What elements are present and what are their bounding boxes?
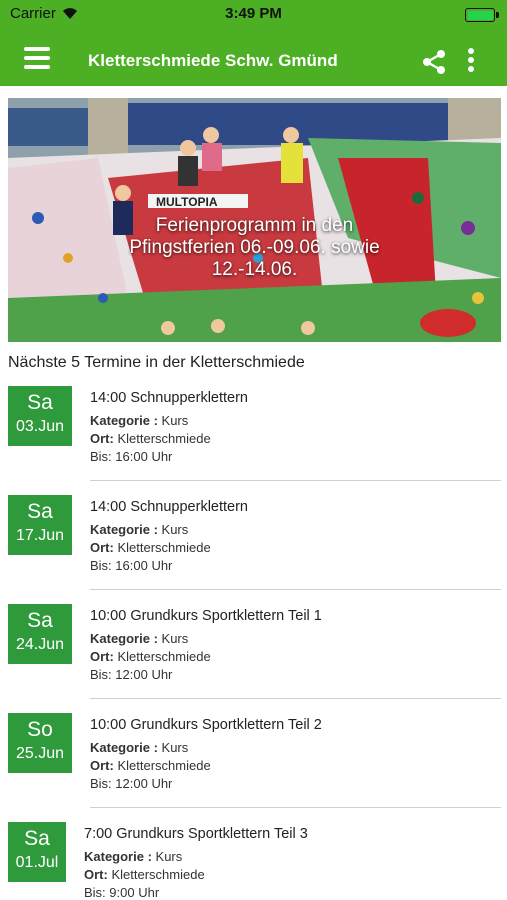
until-value: 12:00 Uhr <box>115 667 173 682</box>
date-badge: Sa 24.Jun <box>8 604 72 664</box>
category-value: Kurs <box>161 631 189 646</box>
battery-full-icon <box>465 8 499 22</box>
event-date: 17.Jun <box>15 527 65 544</box>
date-badge: Sa 03.Jun <box>8 386 72 446</box>
until-label: Bis: <box>90 449 112 464</box>
location-value: Kletterschmiede <box>117 431 211 446</box>
event-category: Kategorie : Kurs <box>90 521 248 539</box>
event-list-item[interactable]: Sa 24.Jun 10:00 Grundkurs Sportklettern … <box>0 590 507 699</box>
event-end-time: Bis: 9:00 Uhr <box>84 884 308 900</box>
app-title: Kletterschmiede Schw. Gmünd <box>88 51 338 70</box>
section-title: Nächste 5 Termine in der Kletterschmiede <box>8 354 305 371</box>
event-location: Ort: Kletterschmiede <box>84 866 308 884</box>
event-weekday: So <box>27 718 53 741</box>
event-location: Ort: Kletterschmiede <box>90 539 248 557</box>
app-bar: Kletterschmiede Schw. Gmünd <box>0 30 507 86</box>
category-value: Kurs <box>161 413 189 428</box>
until-value: 16:00 Uhr <box>115 449 173 464</box>
location-label: Ort: <box>90 758 114 773</box>
category-label: Kategorie : <box>84 849 152 864</box>
until-label: Bis: <box>90 558 112 573</box>
category-value: Kurs <box>161 522 189 537</box>
event-details: 10:00 Grundkurs Sportklettern Teil 2 Kat… <box>90 717 322 793</box>
event-details: 7:00 Grundkurs Sportklettern Teil 3 Kate… <box>84 826 308 900</box>
banner-image[interactable]: MULTOPIA Ferienprogramm in den Pfingstfe… <box>8 98 501 342</box>
event-end-time: Bis: 16:00 Uhr <box>90 448 248 466</box>
event-list-item[interactable]: Sa 01.Jul 7:00 Grundkurs Sportklettern T… <box>0 808 507 900</box>
date-badge: Sa 01.Jul <box>8 822 66 882</box>
until-value: 9:00 Uhr <box>109 885 160 900</box>
until-value: 12:00 Uhr <box>115 776 173 791</box>
category-label: Kategorie : <box>90 522 158 537</box>
hamburger-menu-icon[interactable] <box>24 47 50 69</box>
event-category: Kategorie : Kurs <box>90 412 248 430</box>
category-value: Kurs <box>161 740 189 755</box>
event-weekday: Sa <box>27 391 53 414</box>
location-value: Kletterschmiede <box>117 758 211 773</box>
category-label: Kategorie : <box>90 740 158 755</box>
event-title: 14:00 Schnupperklettern <box>90 499 248 515</box>
event-list-item[interactable]: Sa 03.Jun 14:00 Schnupperklettern Katego… <box>0 372 507 481</box>
category-label: Kategorie : <box>90 413 158 428</box>
category-value: Kurs <box>155 849 183 864</box>
location-label: Ort: <box>90 649 114 664</box>
location-value: Kletterschmiede <box>117 540 211 555</box>
until-label: Bis: <box>90 776 112 791</box>
until-label: Bis: <box>90 667 112 682</box>
until-value: 16:00 Uhr <box>115 558 173 573</box>
event-category: Kategorie : Kurs <box>84 848 308 866</box>
location-value: Kletterschmiede <box>111 867 205 882</box>
event-weekday: Sa <box>27 500 53 523</box>
banner-caption-line: Ferienprogramm in den <box>155 215 354 236</box>
event-list-item[interactable]: So 25.Jun 10:00 Grundkurs Sportklettern … <box>0 699 507 808</box>
event-title: 7:00 Grundkurs Sportklettern Teil 3 <box>84 826 308 842</box>
event-end-time: Bis: 16:00 Uhr <box>90 557 248 575</box>
event-date: 01.Jul <box>15 854 59 871</box>
event-location: Ort: Kletterschmiede <box>90 757 322 775</box>
event-date: 03.Jun <box>15 418 65 435</box>
category-label: Kategorie : <box>90 631 158 646</box>
event-end-time: Bis: 12:00 Uhr <box>90 666 322 684</box>
event-category: Kategorie : Kurs <box>90 630 322 648</box>
banner-caption: Ferienprogramm in den Pfingstferien 06.-… <box>8 215 501 281</box>
event-details: 10:00 Grundkurs Sportklettern Teil 1 Kat… <box>90 608 322 684</box>
until-label: Bis: <box>84 885 106 900</box>
banner-caption-line: Pfingstferien 06.-09.06. sowie <box>129 237 380 258</box>
banner-caption-line: 12.-14.06. <box>211 259 298 280</box>
event-details: 14:00 Schnupperklettern Kategorie : Kurs… <box>90 499 248 575</box>
date-badge: So 25.Jun <box>8 713 72 773</box>
event-location: Ort: Kletterschmiede <box>90 648 322 666</box>
date-badge: Sa 17.Jun <box>8 495 72 555</box>
event-title: 14:00 Schnupperklettern <box>90 390 248 406</box>
event-weekday: Sa <box>24 827 50 850</box>
status-time: 3:49 PM <box>225 5 282 22</box>
event-location: Ort: Kletterschmiede <box>90 430 248 448</box>
location-label: Ort: <box>90 540 114 555</box>
location-label: Ort: <box>84 867 108 882</box>
event-end-time: Bis: 12:00 Uhr <box>90 775 322 793</box>
location-value: Kletterschmiede <box>117 649 211 664</box>
event-title: 10:00 Grundkurs Sportklettern Teil 1 <box>90 608 322 624</box>
more-vertical-icon[interactable] <box>466 48 476 76</box>
event-category: Kategorie : Kurs <box>90 739 322 757</box>
location-label: Ort: <box>90 431 114 446</box>
event-date: 24.Jun <box>15 636 65 653</box>
status-bar: Carrier 3:49 PM <box>0 0 507 30</box>
event-title: 10:00 Grundkurs Sportklettern Teil 2 <box>90 717 322 733</box>
event-date: 25.Jun <box>15 745 65 762</box>
wall-sign-text: MULTOPIA <box>156 195 218 209</box>
event-list-item[interactable]: Sa 17.Jun 14:00 Schnupperklettern Katego… <box>0 481 507 590</box>
event-details: 14:00 Schnupperklettern Kategorie : Kurs… <box>90 390 248 466</box>
event-weekday: Sa <box>27 609 53 632</box>
share-icon[interactable] <box>420 48 448 76</box>
